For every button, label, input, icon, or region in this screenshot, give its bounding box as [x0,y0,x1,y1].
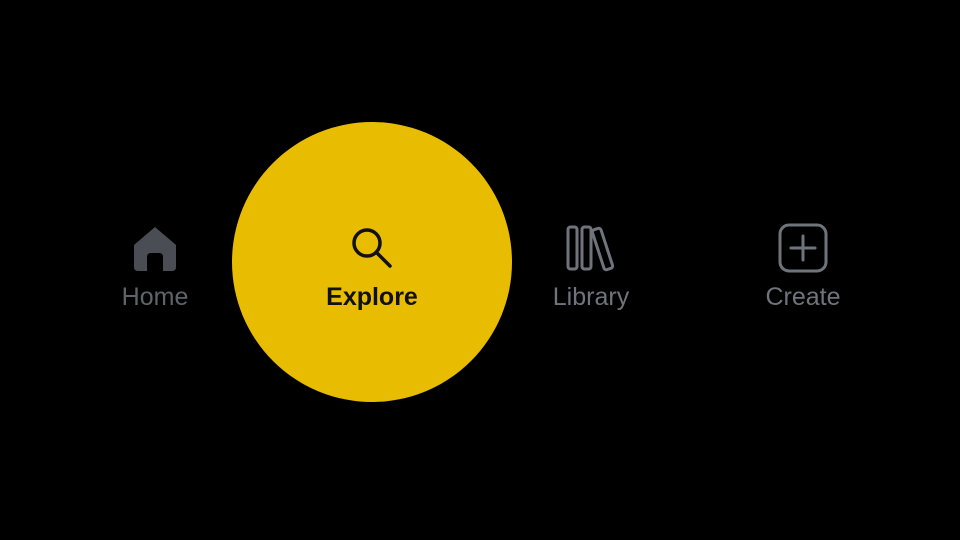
library-icon [565,222,617,274]
home-icon [129,222,181,274]
nav-item-label: Explore [326,283,418,311]
search-icon [346,222,398,274]
nav-item-explore[interactable]: Explore [292,222,452,322]
nav-item-label: Home [121,283,189,311]
nav-item-label: Library [552,283,630,311]
bottom-navigation: Home Explore Library Create [0,0,960,540]
nav-item-library[interactable]: Library [511,222,671,322]
add-square-icon [777,222,829,274]
nav-item-create[interactable]: Create [723,222,883,322]
nav-item-label: Create [765,283,841,311]
nav-item-home[interactable]: Home [75,222,235,322]
